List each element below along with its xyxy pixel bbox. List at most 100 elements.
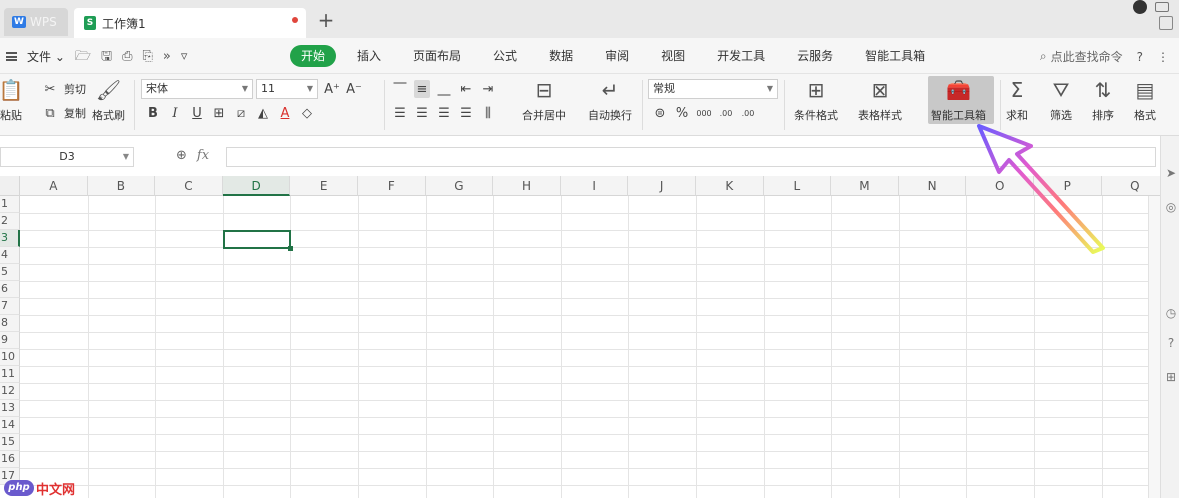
tab-insert[interactable]: 插入	[346, 45, 392, 67]
font-name-combo[interactable]: 宋体 ▼	[141, 79, 253, 99]
align-center-icon[interactable]: ☰	[414, 104, 430, 122]
grow-font-button[interactable]: A⁺	[324, 80, 340, 98]
spreadsheet-grid[interactable]: A B C D E F G H I J K L M N O P Q 1 2 3 4 5 6 7 8 9 10 11 12 13 14 15 16…	[0, 176, 1160, 498]
wps-home-tab[interactable]: W WPS	[4, 8, 68, 36]
tab-developer[interactable]: 开发工具	[706, 45, 776, 67]
tab-cloud-service[interactable]: 云服务	[786, 45, 844, 67]
column-header-d[interactable]: D	[222, 176, 291, 196]
column-header-m[interactable]: M	[831, 176, 899, 196]
insert-function-button[interactable]: fx	[197, 148, 209, 163]
new-tab-button[interactable]: +	[316, 10, 336, 31]
row-header-9[interactable]: 9	[0, 332, 20, 349]
active-cell-selection[interactable]	[222, 230, 292, 249]
tab-view[interactable]: 视图	[650, 45, 696, 67]
increase-indent-icon[interactable]: ⇥	[480, 80, 496, 98]
customize-toolbar-icon[interactable]: ▿	[181, 49, 188, 64]
border-icon[interactable]: ⊞	[211, 104, 227, 122]
row-header-7[interactable]: 7	[0, 298, 20, 315]
align-left-icon[interactable]: ☰	[392, 104, 408, 122]
row-header-6[interactable]: 6	[0, 281, 20, 298]
tab-review[interactable]: 审阅	[594, 45, 640, 67]
row-header-10[interactable]: 10	[0, 349, 20, 366]
conditional-format-button[interactable]: ⊞ 条件格式	[794, 78, 838, 123]
align-middle-icon[interactable]: ≡	[414, 80, 430, 98]
paste-button[interactable]: 📋 粘贴	[0, 78, 23, 123]
column-header-e[interactable]: E	[290, 176, 358, 196]
justify-icon[interactable]: ☰	[458, 104, 474, 122]
align-right-icon[interactable]: ☰	[436, 104, 452, 122]
row-header-1[interactable]: 1	[0, 196, 20, 213]
row-header-3[interactable]: 3	[0, 230, 20, 247]
font-color-button[interactable]: A	[277, 104, 293, 122]
tab-smart-toolbox[interactable]: 智能工具箱	[854, 45, 936, 67]
column-header-p[interactable]: P	[1034, 176, 1102, 196]
history-icon[interactable]: ◷	[1164, 306, 1178, 320]
row-header-13[interactable]: 13	[0, 400, 20, 417]
select-all-corner[interactable]	[0, 176, 20, 196]
fill-handle[interactable]	[288, 246, 294, 251]
tab-data[interactable]: 数据	[538, 45, 584, 67]
column-header-o[interactable]: O	[966, 176, 1034, 196]
row-header-11[interactable]: 11	[0, 366, 20, 383]
column-header-f[interactable]: F	[358, 176, 426, 196]
tab-formulas[interactable]: 公式	[482, 45, 528, 67]
save-icon[interactable]: 🖫	[101, 49, 112, 64]
percent-button[interactable]: %	[674, 104, 690, 122]
row-header-4[interactable]: 4	[0, 247, 20, 264]
row-header-5[interactable]: 5	[0, 264, 20, 281]
copy-button[interactable]: ⧉ 复制	[42, 104, 86, 122]
bold-button[interactable]: B	[145, 104, 161, 122]
column-header-n[interactable]: N	[898, 176, 967, 196]
name-box[interactable]: D3 ▼	[0, 147, 134, 167]
document-tab[interactable]: S 工作簿1	[74, 8, 306, 38]
number-format-combo[interactable]: 常规 ▼	[648, 79, 778, 99]
cell-style-icon[interactable]: ⧄	[233, 104, 249, 122]
underline-button[interactable]: U	[189, 104, 205, 122]
increase-decimal-button[interactable]: .00	[718, 104, 734, 122]
row-header-2[interactable]: 2	[0, 213, 20, 230]
decrease-decimal-button[interactable]: .00	[740, 104, 756, 122]
column-header-b[interactable]: B	[87, 176, 156, 196]
print-preview-icon[interactable]: ⎘	[143, 49, 153, 64]
hamburger-menu-icon[interactable]	[6, 52, 17, 61]
distributed-align-icon[interactable]: ⫼	[480, 104, 496, 122]
zoom-search-icon[interactable]: ⊕	[176, 148, 187, 163]
print-icon[interactable]: ⎙	[122, 49, 132, 64]
merge-center-button[interactable]: ⊟ 合并居中	[522, 78, 566, 123]
clear-format-icon[interactable]: ◇	[299, 104, 315, 122]
more-menu-icon[interactable]: ⋮	[1157, 50, 1169, 64]
open-folder-icon[interactable]: 🗁	[75, 49, 91, 64]
font-size-combo[interactable]: 11 ▼	[256, 79, 318, 99]
column-header-k[interactable]: K	[696, 176, 764, 196]
align-bottom-icon[interactable]: ⎽	[436, 80, 452, 98]
column-header-h[interactable]: H	[493, 176, 561, 196]
align-top-icon[interactable]: ⎺	[392, 80, 408, 98]
help-icon[interactable]: ?	[1137, 50, 1143, 64]
row-header-12[interactable]: 12	[0, 383, 20, 400]
sort-button[interactable]: ⇅ 排序	[1092, 78, 1114, 123]
format-painter-button[interactable]: 🖌 格式刷	[92, 78, 125, 123]
thousands-separator-button[interactable]: 000	[696, 104, 712, 122]
decrease-indent-icon[interactable]: ⇤	[458, 80, 474, 98]
apps-grid-icon[interactable]: ⊞	[1164, 370, 1178, 384]
italic-button[interactable]: I	[167, 104, 183, 122]
column-header-g[interactable]: G	[425, 176, 494, 196]
filter-button[interactable]: ⛛ 筛选	[1050, 78, 1072, 123]
command-search[interactable]: ⌕ 点此查找命令	[1040, 48, 1123, 65]
restore-window-button[interactable]	[1155, 2, 1169, 12]
formula-input[interactable]	[226, 147, 1156, 167]
tab-page-layout[interactable]: 页面布局	[402, 45, 472, 67]
column-header-c[interactable]: C	[155, 176, 223, 196]
more-quick-tools-icon[interactable]: »	[163, 49, 171, 64]
row-header-16[interactable]: 16	[0, 451, 20, 468]
tab-home[interactable]: 开始	[290, 45, 337, 67]
sidebar-toggle-icon[interactable]	[1159, 16, 1173, 30]
column-header-i[interactable]: I	[560, 176, 629, 196]
smart-toolbox-button[interactable]: 🧰 智能工具箱	[931, 78, 986, 123]
column-header-j[interactable]: J	[628, 176, 696, 196]
column-header-a[interactable]: A	[20, 176, 88, 196]
column-header-l[interactable]: L	[763, 176, 832, 196]
currency-icon[interactable]: ⊜	[652, 104, 668, 122]
shapes-icon[interactable]: ◎	[1164, 200, 1178, 214]
close-tab-icon[interactable]	[292, 17, 298, 23]
